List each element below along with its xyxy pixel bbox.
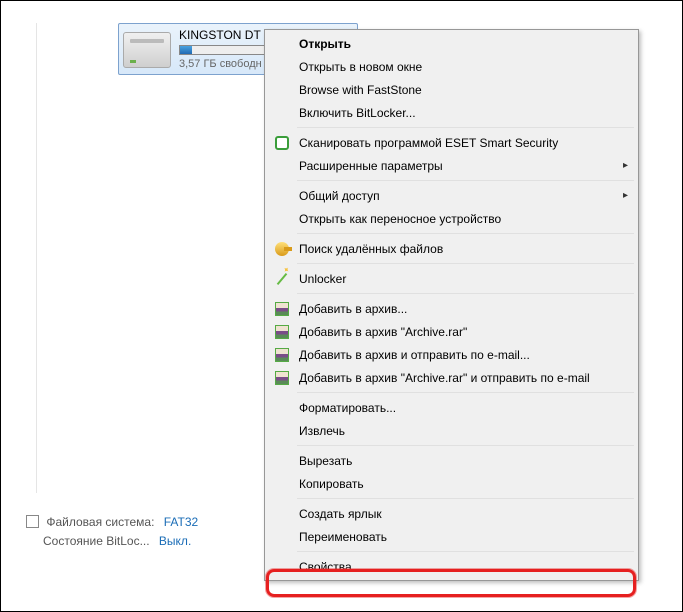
menu-open-new-window[interactable]: Открыть в новом окне [267, 55, 636, 78]
menu-format[interactable]: Форматировать... [267, 396, 636, 419]
menu-separator [297, 293, 634, 294]
eset-icon [275, 136, 289, 150]
menu-separator [297, 180, 634, 181]
menu-separator [297, 551, 634, 552]
chevron-right-icon: ▸ [623, 161, 628, 171]
menu-separator [297, 263, 634, 264]
menu-separator [297, 498, 634, 499]
fs-value: FAT32 [164, 515, 198, 529]
bitlocker-value: Выкл. [159, 534, 191, 548]
menu-copy[interactable]: Копировать [267, 472, 636, 495]
menu-bitlocker[interactable]: Включить BitLocker... [267, 101, 636, 124]
context-menu: Открыть Открыть в новом окне Browse with… [264, 29, 639, 581]
menu-eset-advanced[interactable]: Расширенные параметры▸ [267, 154, 636, 177]
menu-rar-add[interactable]: Добавить в архив... [267, 297, 636, 320]
menu-shortcut[interactable]: Создать ярлык [267, 502, 636, 525]
winrar-icon [275, 348, 289, 362]
menu-rar-add-named[interactable]: Добавить в архив "Archive.rar" [267, 320, 636, 343]
menu-browse-faststone[interactable]: Browse with FastStone [267, 78, 636, 101]
wand-icon [277, 272, 288, 284]
details-pane: Файловая система: FAT32 Состояние BitLoc… [26, 513, 198, 551]
menu-eset-scan[interactable]: Сканировать программой ESET Smart Securi… [267, 131, 636, 154]
menu-portable-device[interactable]: Открыть как переносное устройство [267, 207, 636, 230]
annotation-highlight [266, 569, 636, 597]
menu-rar-email-named[interactable]: Добавить в архив "Archive.rar" и отправи… [267, 366, 636, 389]
winrar-icon [275, 371, 289, 385]
menu-separator [297, 445, 634, 446]
chevron-right-icon: ▸ [623, 191, 628, 201]
menu-separator [297, 127, 634, 128]
menu-eject[interactable]: Извлечь [267, 419, 636, 442]
menu-rar-email[interactable]: Добавить в архив и отправить по e-mail..… [267, 343, 636, 366]
fs-label: Файловая система: [46, 515, 154, 529]
menu-separator [297, 233, 634, 234]
checkbox-icon [26, 515, 39, 528]
drive-icon [123, 32, 171, 68]
menu-unlocker[interactable]: Unlocker [267, 267, 636, 290]
menu-share[interactable]: Общий доступ▸ [267, 184, 636, 207]
key-icon [275, 242, 289, 256]
winrar-icon [275, 325, 289, 339]
menu-cut[interactable]: Вырезать [267, 449, 636, 472]
bitlocker-label: Состояние BitLoc... [43, 534, 150, 548]
menu-rename[interactable]: Переименовать [267, 525, 636, 548]
menu-separator [297, 392, 634, 393]
menu-search-deleted[interactable]: Поиск удалённых файлов [267, 237, 636, 260]
winrar-icon [275, 302, 289, 316]
menu-open[interactable]: Открыть [267, 32, 636, 55]
